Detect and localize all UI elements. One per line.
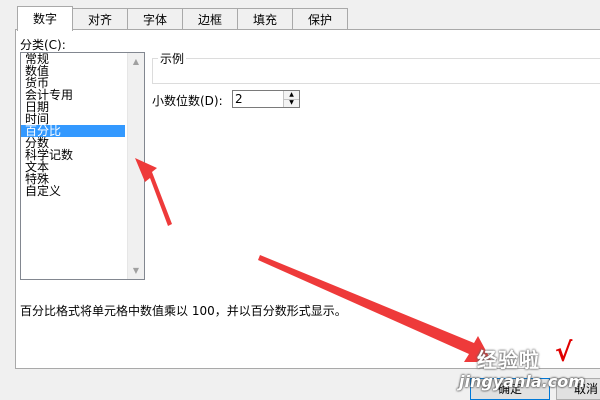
watermark-url: jingyanla.com	[459, 372, 585, 391]
watermark-text: 经验啦	[477, 348, 540, 372]
arrow-to-percentage-icon	[135, 158, 172, 226]
watermark-logo: 经验啦 √ jingyanla.com	[455, 338, 600, 400]
checkmark-icon: √	[555, 338, 573, 368]
tab-number[interactable]: 数字	[17, 6, 73, 31]
